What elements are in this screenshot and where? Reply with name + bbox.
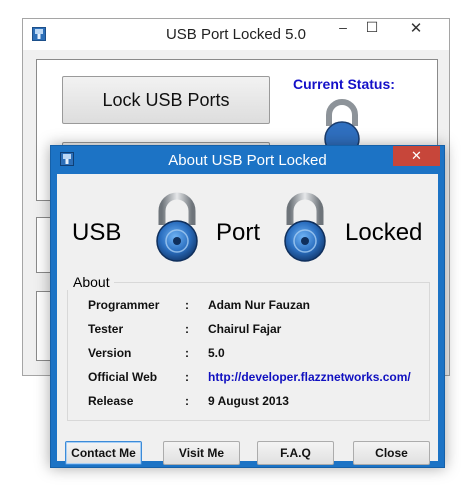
version-label: Version	[88, 346, 132, 360]
programmer-label: Programmer	[88, 298, 160, 312]
brand-word-usb: USB	[72, 219, 122, 246]
visit-me-button[interactable]: Visit Me	[163, 441, 240, 465]
maximize-button[interactable]: ☐	[358, 19, 386, 41]
current-status-label: Current Status:	[293, 76, 395, 92]
official-web-label: Official Web	[88, 370, 158, 384]
about-group-label: About	[67, 274, 114, 290]
programmer-value: Adam Nur Fauzan	[208, 298, 311, 312]
tester-colon: :	[185, 322, 189, 336]
close-button[interactable]: Close	[353, 441, 430, 465]
brand-word-locked: Locked	[345, 219, 423, 246]
faq-button[interactable]: F.A.Q	[257, 441, 334, 465]
lock-usb-ports-button[interactable]: Lock USB Ports	[62, 76, 270, 124]
release-label: Release	[88, 394, 134, 408]
close-icon[interactable]: ✕	[393, 146, 440, 166]
version-value: 5.0	[208, 346, 225, 360]
programmer-colon: :	[185, 298, 189, 312]
about-content: USB Port Locked About Programmer: Adam …	[57, 174, 438, 465]
official-web-link[interactable]: http://developer.flazznetworks.com/	[208, 370, 411, 384]
official-web-colon: :	[185, 370, 189, 384]
release-value: 9 August 2013	[208, 394, 289, 408]
tester-label: Tester	[88, 322, 124, 336]
main-titlebar[interactable]: USB Port Locked 5.0 – ☐ ✕	[23, 19, 449, 50]
padlock-icon	[150, 191, 204, 268]
about-title: About USB Port Locked	[168, 152, 327, 169]
close-button[interactable]: ✕	[392, 19, 440, 41]
release-colon: :	[185, 394, 189, 408]
tester-value: Chairul Fajar	[208, 322, 282, 336]
about-titlebar[interactable]: About USB Port Locked ✕	[51, 146, 444, 174]
about-dialog: About USB Port Locked ✕ USB Port Locked …	[50, 145, 445, 468]
padlock-icon	[278, 191, 332, 268]
contact-me-button[interactable]: Contact Me	[65, 441, 142, 465]
minimize-button[interactable]: –	[329, 19, 357, 41]
brand-word-port: Port	[216, 219, 261, 246]
version-colon: :	[185, 346, 189, 360]
